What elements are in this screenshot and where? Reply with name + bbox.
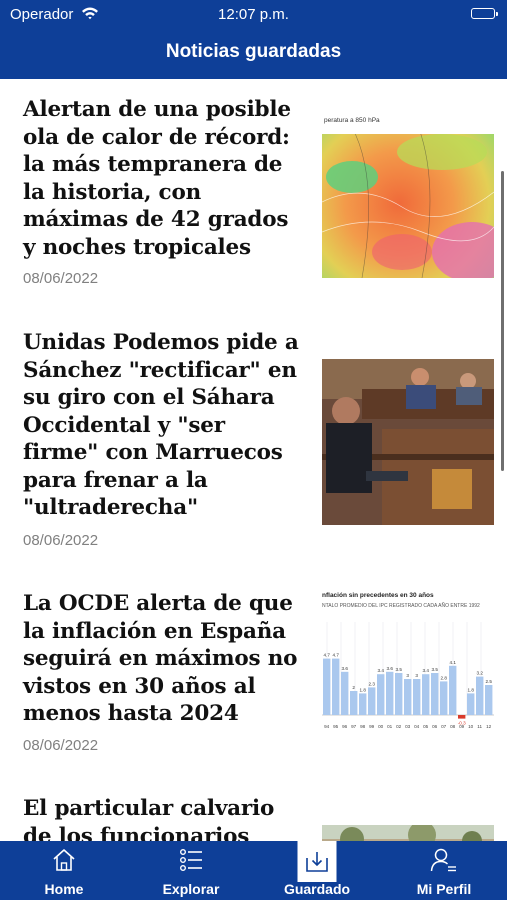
news-thumbnail[interactable]: peratura a 850 hPa bbox=[322, 112, 494, 278]
chart-x-tick: 96 bbox=[342, 724, 348, 729]
chart-bar bbox=[323, 658, 331, 715]
chart-bar bbox=[359, 693, 367, 715]
tab-label: Explorar bbox=[162, 881, 220, 897]
chart-x-tick: 94 bbox=[324, 724, 330, 729]
chart-x-tick: 07 bbox=[441, 724, 447, 729]
chart-x-tick: 98 bbox=[360, 724, 366, 729]
chart-data-label: 3.5 bbox=[432, 667, 439, 672]
chart-bar bbox=[476, 676, 484, 715]
chart-x-tick: 97 bbox=[351, 724, 357, 729]
news-chart-thumbnail[interactable]: nflación sin precedentes en 30 años NTAL… bbox=[322, 590, 494, 756]
chart-x-tick: 11 bbox=[477, 724, 482, 729]
chart-data-label: 2.3 bbox=[369, 681, 376, 686]
scrollbar[interactable] bbox=[501, 171, 504, 471]
tab-mi-perfil[interactable]: Mi Perfil bbox=[396, 841, 492, 900]
chart-x-tick: 01 bbox=[387, 724, 393, 729]
tab-explorar[interactable]: Explorar bbox=[144, 841, 238, 900]
chart-bar bbox=[404, 679, 412, 715]
news-headline[interactable]: El particular calvario de los funcionari… bbox=[23, 795, 303, 841]
status-bar: Operador 12:07 p.m. bbox=[0, 0, 507, 28]
chart-x-tick: 99 bbox=[369, 724, 375, 729]
chart-data-label: 2 bbox=[352, 685, 355, 690]
news-date: 08/06/2022 bbox=[23, 737, 99, 754]
page-title: Noticias guardadas bbox=[165, 41, 342, 62]
news-headline[interactable]: La OCDE alerta de que la inflación en Es… bbox=[23, 590, 303, 728]
chart-data-label: 3.6 bbox=[387, 666, 394, 671]
download-tray-icon bbox=[305, 850, 329, 879]
news-headline[interactable]: Alertan de una posible ola de calor de r… bbox=[23, 96, 303, 261]
news-date: 08/06/2022 bbox=[23, 532, 99, 549]
chart-bar bbox=[377, 674, 385, 715]
chart-data-label: 3.4 bbox=[423, 668, 430, 673]
chart-bar bbox=[413, 679, 421, 715]
battery-icon bbox=[471, 8, 498, 19]
user-icon bbox=[430, 847, 458, 878]
chart-subtitle: NTALO PROMEDIO DEL IPC REGISTRADO CADA A… bbox=[322, 602, 480, 609]
tab-label: Home bbox=[44, 881, 84, 897]
chart-x-tick: 12 bbox=[486, 724, 492, 729]
tab-home[interactable]: Home bbox=[21, 841, 107, 900]
chart-x-tick: 95 bbox=[333, 724, 339, 729]
chart-bar bbox=[485, 685, 493, 715]
chart-data-label: 1.8 bbox=[468, 687, 475, 692]
chart-x-tick: 02 bbox=[396, 724, 402, 729]
chart-bar bbox=[422, 674, 430, 715]
chart-bar bbox=[458, 715, 466, 719]
chart-x-tick: 04 bbox=[414, 724, 420, 729]
chart-x-tick: 00 bbox=[378, 724, 384, 729]
news-date: 08/06/2022 bbox=[23, 270, 99, 287]
tab-bar: Home Explorar Guardado Mi Perfil bbox=[0, 841, 507, 900]
chart-data-label: 4.7 bbox=[333, 653, 340, 658]
status-time: 12:07 p.m. bbox=[218, 6, 289, 23]
chart-bar bbox=[386, 671, 394, 715]
chart-data-label: 1.8 bbox=[360, 687, 367, 692]
chart-data-label: 3 bbox=[415, 673, 418, 678]
top-bar: Operador 12:07 p.m. Noticias guardadas bbox=[0, 0, 507, 79]
chart-x-tick: 09 bbox=[459, 724, 465, 729]
chart-bar bbox=[440, 681, 448, 715]
tab-label: Guardado bbox=[283, 881, 351, 897]
chart-bar bbox=[368, 687, 376, 715]
chart-bar bbox=[341, 671, 349, 715]
news-headline[interactable]: Unidas Podemos pide a Sánchez "rectifica… bbox=[23, 329, 303, 522]
home-icon bbox=[51, 847, 77, 878]
chart-x-tick: 10 bbox=[468, 724, 474, 729]
chart-data-label: 3.2 bbox=[477, 671, 484, 676]
chart-data-label: 4.7 bbox=[324, 653, 331, 658]
list-icon bbox=[178, 847, 204, 878]
chart-title: nflación sin precedentes en 30 años bbox=[322, 592, 434, 599]
tab-guardado[interactable]: Guardado bbox=[270, 841, 364, 900]
chart-x-tick: 06 bbox=[432, 724, 438, 729]
chart-data-label: 2.8 bbox=[441, 675, 448, 680]
chart-bar bbox=[449, 665, 457, 715]
chart-data-label: 3.5 bbox=[396, 667, 403, 672]
chart-data-label: 3.4 bbox=[378, 668, 385, 673]
chart-x-tick: 03 bbox=[405, 724, 411, 729]
chart-data-label: 2.5 bbox=[486, 679, 493, 684]
chart-bar bbox=[332, 658, 340, 715]
chart-data-label: 4.1 bbox=[450, 660, 457, 665]
chart-bar bbox=[431, 673, 439, 715]
chart-data-label: 3.6 bbox=[342, 666, 349, 671]
chart-x-tick: 08 bbox=[450, 724, 456, 729]
thumbnail-caption: peratura a 850 hPa bbox=[324, 117, 380, 124]
chart-bar bbox=[350, 691, 358, 715]
news-thumbnail[interactable] bbox=[322, 359, 494, 525]
saved-news-list[interactable]: Alertan de una posible ola de calor de r… bbox=[0, 79, 507, 841]
chart-x-tick: 05 bbox=[423, 724, 429, 729]
chart-data-label: 3 bbox=[406, 673, 409, 678]
chart-bar bbox=[395, 673, 403, 715]
news-thumbnail[interactable] bbox=[322, 825, 494, 841]
chart-bar bbox=[467, 693, 475, 715]
tab-label: Mi Perfil bbox=[416, 881, 472, 897]
